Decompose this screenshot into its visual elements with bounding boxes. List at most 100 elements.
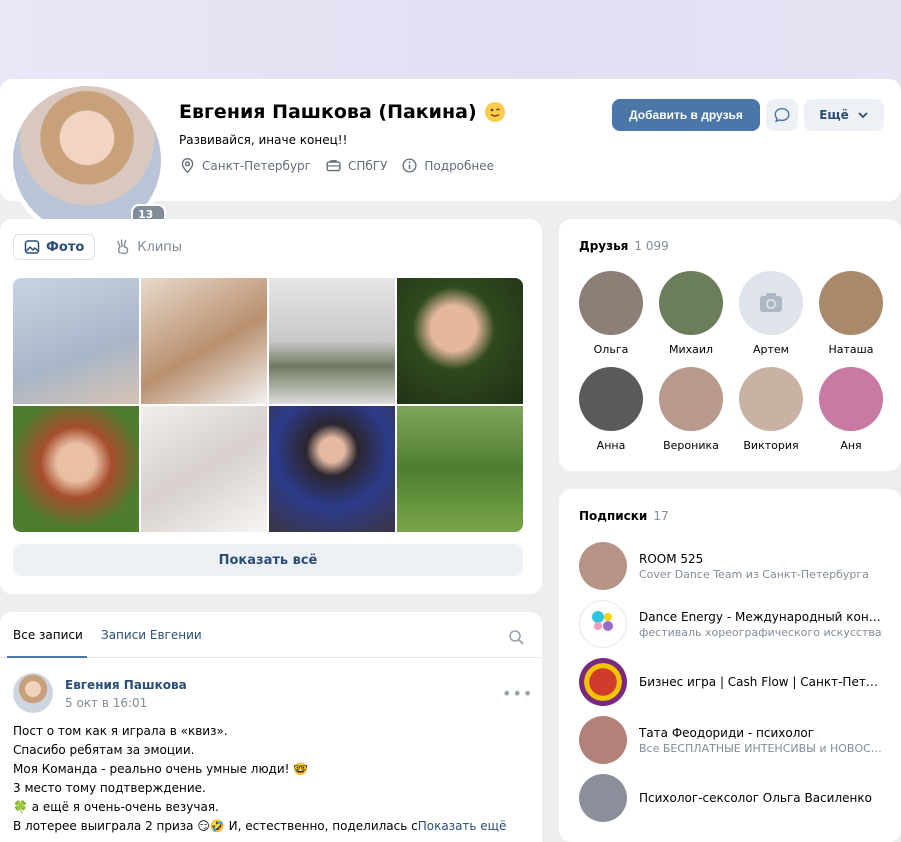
subscription-item[interactable]: Тата Феодориди - психолог Все БЕСПЛАТНЫЕ … <box>579 716 889 764</box>
university-label: СПбГУ <box>347 158 388 173</box>
show-all-photos-button[interactable]: Показать всё <box>13 544 523 576</box>
post-text: Пост о том как я играла в «квиз». Спасиб… <box>13 722 528 836</box>
friend-avatar <box>579 271 643 335</box>
friend-item[interactable]: Анна <box>571 367 651 452</box>
briefcase-icon <box>326 160 341 172</box>
subscription-avatar <box>579 542 627 590</box>
profile-name: Евгения Пашкова (Пакина) <box>179 101 477 123</box>
dance-energy-logo-icon <box>592 611 613 631</box>
subscription-text: Психолог-сексолог Ольга Василенко <box>639 791 884 805</box>
friends-header[interactable]: Друзья 1 099 <box>579 239 669 253</box>
search-icon[interactable] <box>508 629 524 645</box>
subscription-text: Тата Феодориди - психолог Все БЕСПЛАТНЫЕ … <box>639 726 884 755</box>
profile-info-row: Санкт-Петербург СПбГУ Подробнее <box>179 157 494 174</box>
add-friend-button[interactable]: Добавить в друзья <box>612 99 760 131</box>
clips-icon <box>117 239 129 255</box>
photo-thumbnail[interactable] <box>397 278 523 404</box>
subscriptions-card: Подписки 17 ROOM 525 Cover Dance Team из С… <box>559 489 901 842</box>
friend-avatar <box>659 367 723 431</box>
friend-name: Вероника <box>663 439 719 452</box>
friend-item[interactable]: Наташа <box>811 271 891 356</box>
post-date[interactable]: 5 окт в 16:01 <box>65 696 147 710</box>
photo-thumbnail[interactable] <box>397 406 523 532</box>
subscription-avatar <box>579 716 627 764</box>
friend-item[interactable]: Виктория <box>731 367 811 452</box>
friend-name: Виктория <box>743 439 799 452</box>
subscription-text: Dance Energy - Международный конку… фести… <box>639 610 884 639</box>
subscription-item[interactable]: Психолог-сексолог Ольга Василенко <box>579 774 889 822</box>
photo-thumbnail[interactable] <box>269 406 395 532</box>
friend-item[interactable]: Артем <box>731 271 811 356</box>
subscription-name: ROOM 525 <box>639 551 704 566</box>
subscription-item[interactable]: Dance Energy - Международный конку… фести… <box>579 600 889 648</box>
subscription-name: Психолог-сексолог Ольга Василенко <box>639 791 872 805</box>
profile-cover <box>0 0 901 90</box>
subscription-description: Все БЕСПЛАТНЫЕ ИНТЕНСИВЫ и НОВОС… <box>639 741 882 755</box>
location-pin-icon <box>181 158 194 174</box>
friends-card: Друзья 1 099 Ольга Михаил Артем Наташа Анна Ве… <box>559 219 901 471</box>
tab-clips[interactable]: Клипы <box>105 234 192 260</box>
friend-name: Анна <box>596 439 626 452</box>
subscription-name: Dance Energy - Международный конку… <box>639 609 884 624</box>
friend-avatar <box>819 367 883 431</box>
photo-thumbnail[interactable] <box>141 406 267 532</box>
active-tab-underline <box>7 656 87 658</box>
photo-tabs: Фото Клипы <box>13 234 192 260</box>
friend-item[interactable]: Ольга <box>571 271 651 356</box>
tab-own-posts[interactable]: Записи Евгении <box>101 628 202 642</box>
subscriptions-header[interactable]: Подписки 17 <box>579 509 669 523</box>
friend-avatar <box>739 367 803 431</box>
post-line: 🍀 а ещё я очень-очень везучая. <box>13 800 219 814</box>
wink-emoji-icon <box>484 102 505 122</box>
post-line: В лотерее выиграла 2 приза 😏🤣 И, естеств… <box>13 819 418 833</box>
post-author-avatar[interactable] <box>13 673 53 713</box>
post-menu-dots-icon[interactable]: ••• <box>502 684 533 703</box>
friend-avatar <box>659 271 723 335</box>
subscription-name: Бизнес игра | Cash Flow | Санкт-Петер… <box>639 675 884 689</box>
subscription-avatar <box>579 658 627 706</box>
photos-card: Фото Клипы Показать всё <box>0 219 542 594</box>
tab-clips-label: Клипы <box>137 239 183 255</box>
city-label: Санкт-Петербург <box>202 158 311 173</box>
subscription-avatar <box>579 600 627 648</box>
friend-avatar <box>579 367 643 431</box>
details-label: Подробнее <box>424 158 495 173</box>
friends-count: 1 099 <box>634 239 669 253</box>
friend-name: Аня <box>840 439 862 452</box>
message-button[interactable] <box>766 99 798 131</box>
wall-tabs: Все записи Записи Евгении <box>0 612 542 658</box>
info-icon <box>402 158 417 173</box>
subscription-text: ROOM 525 Cover Dance Team из Санкт-Петерб… <box>639 552 884 581</box>
tab-all-posts[interactable]: Все записи <box>13 628 83 642</box>
profile-status: Развивайся, иначе конец!! <box>179 133 348 147</box>
friend-name: Ольга <box>593 343 629 356</box>
tab-photos-label: Фото <box>46 239 85 255</box>
post-author-name[interactable]: Евгения Пашкова <box>65 678 187 692</box>
friend-avatar <box>739 271 803 335</box>
university-info[interactable]: СПбГУ <box>325 157 387 174</box>
tab-photos[interactable]: Фото <box>13 234 96 260</box>
show-more-link[interactable]: Показать ещё <box>418 819 507 833</box>
more-label: Ещё <box>819 108 849 122</box>
profile-avatar[interactable]: 13 ч <box>8 81 166 239</box>
friend-avatar <box>819 271 883 335</box>
friend-item[interactable]: Вероника <box>651 367 731 452</box>
subscription-item[interactable]: Бизнес игра | Cash Flow | Санкт-Петер… <box>579 658 889 706</box>
city-info[interactable]: Санкт-Петербург <box>179 157 311 174</box>
friend-item[interactable]: Аня <box>811 367 891 452</box>
post-line: Моя Команда - реально очень умные люди! … <box>13 762 309 776</box>
post-line-last: В лотерее выиграла 2 приза 😏🤣 И, естеств… <box>13 817 528 836</box>
subscription-item[interactable]: ROOM 525 Cover Dance Team из Санкт-Петерб… <box>579 542 889 590</box>
photo-thumbnail[interactable] <box>141 278 267 404</box>
camera-icon <box>760 293 782 312</box>
details-link[interactable]: Подробнее <box>401 157 494 174</box>
post-line: Спасибо ребятам за эмоции. <box>13 743 195 757</box>
friends-title: Друзья <box>579 239 629 253</box>
photo-thumbnail[interactable] <box>269 278 395 404</box>
profile-card: 13 ч <box>0 79 901 239</box>
photo-thumbnail[interactable] <box>13 278 139 404</box>
more-button[interactable]: Ещё <box>804 99 884 131</box>
subscription-avatar <box>579 774 627 822</box>
friend-item[interactable]: Михаил <box>651 271 731 356</box>
photo-thumbnail[interactable] <box>13 406 139 532</box>
